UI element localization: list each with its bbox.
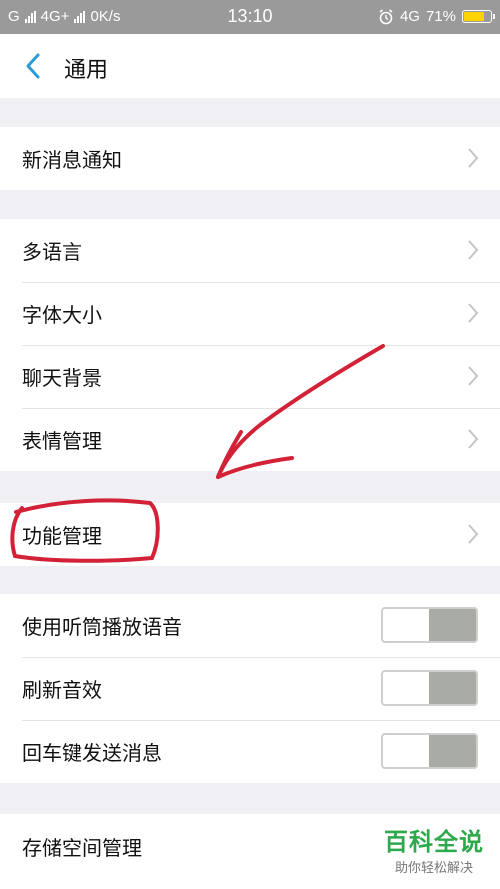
row-enter-to-send: 回车键发送消息 bbox=[0, 720, 500, 783]
title-bar: 通用 bbox=[0, 34, 500, 98]
row-label: 新消息通知 bbox=[22, 148, 122, 172]
row-feature-management[interactable]: 功能管理 bbox=[0, 503, 500, 566]
page-title: 通用 bbox=[64, 58, 109, 83]
settings-group-sound: 使用听筒播放语音 刷新音效 回车键发送消息 bbox=[0, 594, 500, 783]
toggle-switch[interactable] bbox=[381, 670, 478, 706]
row-label: 使用听筒播放语音 bbox=[22, 615, 182, 639]
battery-percent: 71% bbox=[425, 8, 456, 25]
row-label: 存储空间管理 bbox=[22, 836, 142, 860]
toggle-switch[interactable] bbox=[381, 733, 478, 769]
row-language[interactable]: 多语言 bbox=[0, 219, 500, 282]
chevron-right-icon bbox=[468, 240, 479, 260]
status-bar: G 4G+ 0K/s 13:10 4G 71% bbox=[0, 0, 500, 34]
watermark: 百科全说 助你轻松解决 bbox=[384, 828, 484, 876]
settings-group-display: 多语言 字体大小 聊天背景 表情管理 bbox=[0, 219, 500, 471]
chevron-left-icon[interactable] bbox=[20, 50, 48, 82]
settings-group-features: 功能管理 bbox=[0, 503, 500, 566]
row-font-size[interactable]: 字体大小 bbox=[0, 282, 500, 345]
row-label: 表情管理 bbox=[22, 429, 102, 453]
row-chat-background[interactable]: 聊天背景 bbox=[0, 345, 500, 408]
chevron-right-icon bbox=[468, 524, 479, 544]
watermark-title: 百科全说 bbox=[384, 828, 484, 856]
row-label: 刷新音效 bbox=[22, 678, 102, 702]
alarm-icon bbox=[379, 8, 393, 24]
chevron-right-icon bbox=[468, 148, 479, 168]
row-label: 回车键发送消息 bbox=[22, 741, 162, 765]
row-earpiece-playback: 使用听筒播放语音 bbox=[0, 594, 500, 657]
row-refresh-sound: 刷新音效 bbox=[0, 657, 500, 720]
row-label: 功能管理 bbox=[22, 524, 102, 548]
toggle-switch[interactable] bbox=[381, 607, 478, 643]
chevron-right-icon bbox=[468, 303, 479, 323]
row-label: 多语言 bbox=[22, 240, 82, 264]
settings-group-notifications: 新消息通知 bbox=[0, 127, 500, 190]
watermark-subtitle: 助你轻松解决 bbox=[394, 861, 473, 876]
status-right: 4G 71% bbox=[378, 8, 495, 25]
row-new-message-notification[interactable]: 新消息通知 bbox=[0, 127, 500, 190]
row-label: 聊天背景 bbox=[22, 366, 102, 390]
battery-icon bbox=[462, 10, 495, 23]
network-type: 4G bbox=[399, 8, 420, 25]
row-label: 字体大小 bbox=[22, 303, 102, 327]
row-sticker-management[interactable]: 表情管理 bbox=[0, 408, 500, 471]
chevron-right-icon bbox=[468, 429, 479, 449]
chevron-right-icon bbox=[468, 366, 479, 386]
